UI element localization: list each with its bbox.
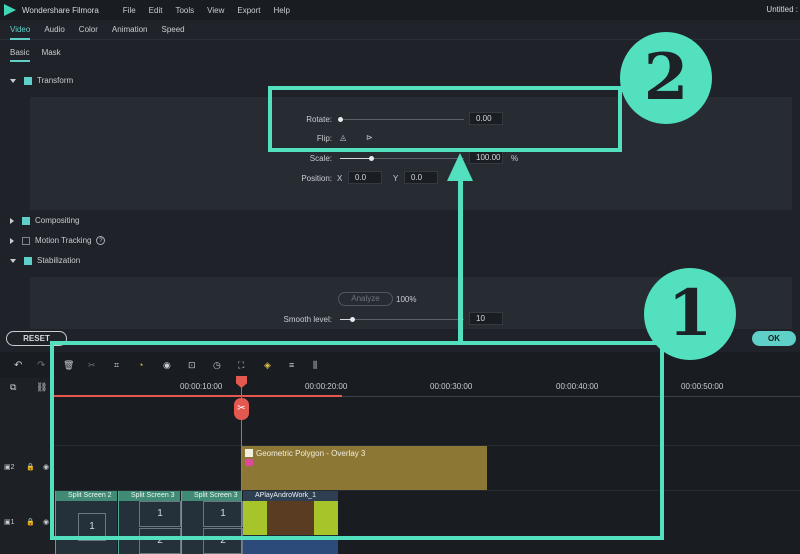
analyze-percent: 100% [396,295,417,304]
smooth-level-label: Smooth level: [283,315,332,324]
tab-speed[interactable]: Speed [162,20,185,40]
lock-icon[interactable]: 🔒 [26,518,35,526]
ok-button[interactable]: OK [752,331,796,346]
menu-help[interactable]: Help [273,6,289,15]
link-icon[interactable]: ⛓ [36,382,47,393]
menu-edit[interactable]: Edit [149,6,163,15]
track-1-icon[interactable]: ▣1 [4,518,15,526]
expand-arrow-icon[interactable] [10,78,16,83]
menu-export[interactable]: Export [237,6,260,15]
menu-view[interactable]: View [207,6,224,15]
highlight-box-timeline [50,341,664,540]
smooth-level-input[interactable]: 10 [469,312,503,325]
section-compositing[interactable]: Compositing [10,216,79,225]
position-y-input[interactable]: 0.0 [404,171,438,184]
track-number: 1 [10,519,15,526]
app-title: Wondershare Filmora [22,5,99,15]
lock-icon[interactable]: 🔒 [26,463,35,471]
section-title: Transform [37,76,74,85]
redo-icon[interactable]: ↷ [37,360,45,371]
sub-tabs: Basic Mask [0,48,63,62]
tab-animation[interactable]: Animation [112,20,148,40]
section-title: Compositing [35,216,80,225]
title-bar: Wondershare Filmora File Edit Tools View… [0,0,800,20]
compositing-checkbox[interactable] [22,216,30,225]
transform-checkbox[interactable] [24,76,32,85]
position-y-label: Y [393,174,399,183]
tab-color[interactable]: Color [79,20,98,40]
filmora-logo-icon [4,4,16,16]
scale-value-input[interactable]: 100.00 [469,151,503,164]
section-title: Motion Tracking [35,236,92,245]
tab-audio[interactable]: Audio [44,20,64,40]
subtab-basic[interactable]: Basic [10,48,30,62]
scale-unit: % [511,154,519,163]
tab-video[interactable]: Video [10,20,31,40]
expand-arrow-icon[interactable] [10,258,16,263]
step-2-badge: 2 [620,32,712,124]
annotation-arrow-head [447,153,473,181]
time-label: 00:00:50:00 [681,382,724,391]
track-2-icon[interactable]: ▣2 [4,463,15,471]
eye-icon[interactable]: ◉ [43,463,49,471]
document-title: Untitled : [766,5,798,14]
undo-icon[interactable]: ↶ [14,360,22,371]
position-label: Position: [301,174,332,183]
eye-icon[interactable]: ◉ [43,518,49,526]
position-x-input[interactable]: 0.0 [348,171,382,184]
smooth-level-knob[interactable] [350,317,355,322]
scale-slider-knob[interactable] [369,156,374,161]
annotation-arrow-shaft [458,178,463,342]
expand-arrow-icon[interactable] [10,237,14,244]
step-1-badge: 1 [644,268,736,360]
scale-slider-fill [340,158,371,159]
section-title: Stabilization [37,256,81,265]
help-icon[interactable]: ? [96,236,106,245]
subtab-mask[interactable]: Mask [42,48,61,62]
add-track-icon[interactable]: ⧉ [10,382,16,393]
expand-arrow-icon[interactable] [10,217,14,224]
motion-tracking-checkbox[interactable] [22,236,30,245]
track-number: 2 [10,464,15,471]
section-stabilization[interactable]: Stabilization [10,256,80,265]
highlight-box-transform [268,86,622,152]
position-x-label: X [337,174,343,183]
analyze-button[interactable]: Analyze [338,292,393,306]
smooth-level-slider[interactable] [340,317,464,322]
section-transform[interactable]: Transform [10,76,73,85]
section-motion-tracking[interactable]: Motion Tracking ? [10,236,106,245]
scale-slider[interactable] [340,156,464,161]
menu-bar: File Edit Tools View Export Help [123,6,303,15]
stabilization-checkbox[interactable] [24,256,32,265]
menu-tools[interactable]: Tools [175,6,194,15]
menu-file[interactable]: File [123,6,136,15]
scale-label: Scale: [309,154,332,163]
